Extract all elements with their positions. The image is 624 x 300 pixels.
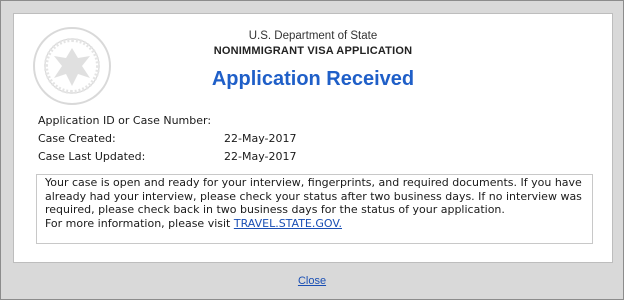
info-row-case-last-updated: Case Last Updated: 22-May-2017 (38, 148, 438, 166)
case-info: Application ID or Case Number: Case Crea… (38, 112, 438, 166)
status-dialog: U.S. Department of State NONIMMIGRANT VI… (0, 0, 624, 300)
info-row-case-number: Application ID or Case Number: (38, 112, 438, 130)
department-name: U.S. Department of State (248, 30, 378, 42)
application-name: NONIMMIGRANT VISA APPLICATION (213, 45, 413, 57)
page-title: Application Received (211, 68, 415, 90)
status-panel: U.S. Department of State NONIMMIGRANT VI… (13, 13, 613, 263)
status-message-text: Your case is open and ready for your int… (45, 176, 582, 216)
info-value: 22-May-2017 (224, 150, 297, 163)
travel-state-gov-link[interactable]: TRAVEL.STATE.GOV. (234, 217, 342, 230)
info-label: Case Created: (38, 132, 116, 145)
info-value: 22-May-2017 (224, 132, 297, 145)
more-info-text: For more information, please visit (45, 216, 234, 230)
header: U.S. Department of State NONIMMIGRANT VI… (14, 30, 612, 57)
info-label: Application ID or Case Number: (38, 114, 212, 127)
close-link[interactable]: Close (1, 275, 623, 287)
info-label: Case Last Updated: (38, 150, 146, 163)
status-message: Your case is open and ready for your int… (36, 174, 593, 244)
info-row-case-created: Case Created: 22-May-2017 (38, 130, 438, 148)
